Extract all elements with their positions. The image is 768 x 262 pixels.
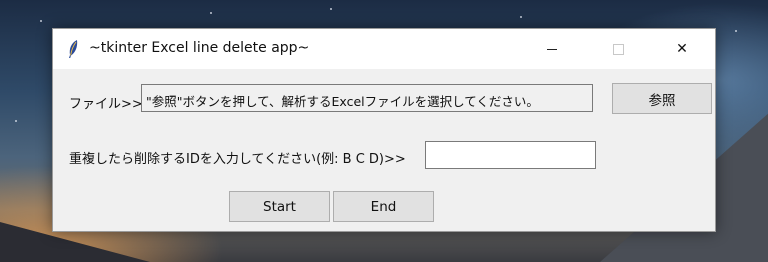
close-icon: ✕ (676, 41, 688, 57)
title-bar[interactable]: ~tkinter Excel line delete app~ ✕ (53, 29, 715, 69)
star (735, 30, 737, 32)
maximize-icon (612, 43, 624, 55)
file-label: ファイル>> (69, 97, 143, 112)
maximize-button[interactable] (595, 29, 641, 69)
close-button[interactable]: ✕ (659, 29, 705, 69)
star (330, 8, 332, 10)
feather-icon (69, 40, 78, 58)
minimize-button[interactable] (529, 29, 575, 69)
file-path-display: "参照"ボタンを押して、解析するExcelファイルを選択してください。 (141, 84, 593, 112)
app-window: ~tkinter Excel line delete app~ ✕ ファイル>>… (52, 28, 716, 232)
star (40, 20, 42, 22)
minimize-icon (547, 48, 557, 50)
star (210, 12, 212, 14)
star (15, 120, 17, 122)
start-button[interactable]: Start (229, 191, 330, 222)
id-input[interactable] (425, 141, 596, 169)
id-label: 重複したら削除するIDを入力してください(例: B C D)>> (69, 152, 406, 167)
star (520, 16, 522, 18)
browse-button[interactable]: 参照 (612, 83, 712, 114)
end-button[interactable]: End (333, 191, 434, 222)
window-title: ~tkinter Excel line delete app~ (89, 40, 310, 56)
